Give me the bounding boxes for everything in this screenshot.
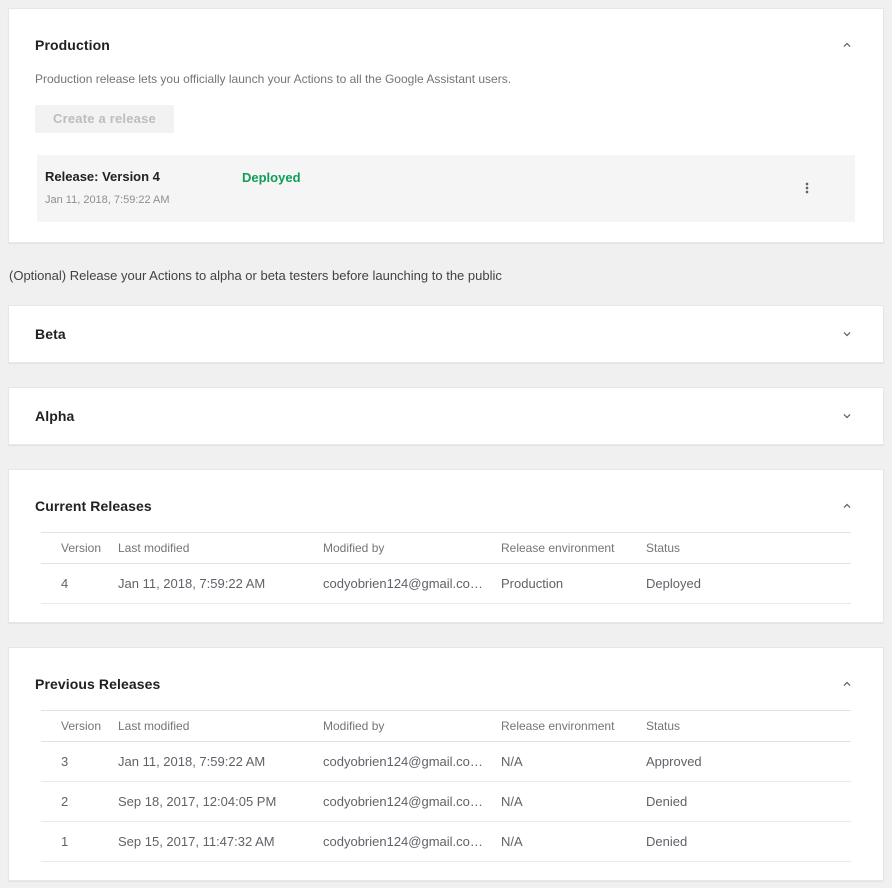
release-item: Release: Version 4 Jan 11, 2018, 7:59:22… <box>37 155 855 222</box>
cell-status: Deployed <box>646 564 851 604</box>
cell-version: 1 <box>41 822 118 862</box>
current-releases-card: Current Releases Version Last modified M… <box>8 469 884 623</box>
chevron-up-icon[interactable] <box>835 494 859 518</box>
table-row: 4 Jan 11, 2018, 7:59:22 AM codyobrien124… <box>41 564 851 604</box>
table-row: 3 Jan 11, 2018, 7:59:22 AM codyobrien124… <box>41 742 851 782</box>
table-header-row: Version Last modified Modified by Releas… <box>41 711 851 742</box>
column-header-modified-by: Modified by <box>323 533 501 564</box>
beta-title: Beta <box>35 326 66 343</box>
production-title: Production <box>35 37 110 54</box>
cell-version: 4 <box>41 564 118 604</box>
table-row: 1 Sep 15, 2017, 11:47:32 AM codyobrien12… <box>41 822 851 862</box>
chevron-up-icon[interactable] <box>835 672 859 696</box>
column-header-status: Status <box>646 711 851 742</box>
chevron-down-icon[interactable] <box>835 404 859 428</box>
production-description: Production release lets you officially l… <box>9 71 883 87</box>
cell-version: 3 <box>41 742 118 782</box>
previous-releases-card: Previous Releases Version Last modified … <box>8 647 884 881</box>
cell-status: Denied <box>646 822 851 862</box>
production-card: Production Production release lets you o… <box>8 8 884 243</box>
alpha-card: Alpha <box>8 387 884 445</box>
cell-release-environment: Production <box>501 564 646 604</box>
cell-modified-by: codyobrien124@gmail.co… <box>323 564 501 604</box>
production-header[interactable]: Production <box>9 9 883 57</box>
current-releases-header[interactable]: Current Releases <box>9 470 883 518</box>
cell-modified-by: codyobrien124@gmail.co… <box>323 822 501 862</box>
cell-status: Approved <box>646 742 851 782</box>
table-row: 2 Sep 18, 2017, 12:04:05 PM codyobrien12… <box>41 782 851 822</box>
cell-release-environment: N/A <box>501 822 646 862</box>
cell-release-environment: N/A <box>501 782 646 822</box>
create-release-button[interactable]: Create a release <box>35 105 174 133</box>
column-header-release-environment: Release environment <box>501 533 646 564</box>
current-releases-table: Version Last modified Modified by Releas… <box>41 532 851 604</box>
kebab-menu-icon[interactable] <box>795 176 819 200</box>
alpha-header[interactable]: Alpha <box>9 388 883 444</box>
chevron-up-icon[interactable] <box>835 33 859 57</box>
column-header-last-modified: Last modified <box>118 711 323 742</box>
cell-release-environment: N/A <box>501 742 646 782</box>
releases-page: Production Production release lets you o… <box>0 0 892 881</box>
cell-last-modified: Jan 11, 2018, 7:59:22 AM <box>118 742 323 782</box>
current-releases-title: Current Releases <box>35 498 152 515</box>
column-header-version: Version <box>41 533 118 564</box>
cell-last-modified: Sep 15, 2017, 11:47:32 AM <box>118 822 323 862</box>
beta-card: Beta <box>8 305 884 363</box>
release-name: Release: Version 4 <box>45 169 242 184</box>
release-date: Jan 11, 2018, 7:59:22 AM <box>45 194 242 206</box>
alpha-title: Alpha <box>35 408 74 425</box>
release-info: Release: Version 4 Jan 11, 2018, 7:59:22… <box>45 169 242 206</box>
optional-note: (Optional) Release your Actions to alpha… <box>9 267 884 284</box>
column-header-status: Status <box>646 533 851 564</box>
card-bottom-spacer <box>9 604 883 622</box>
column-header-modified-by: Modified by <box>323 711 501 742</box>
card-bottom-spacer <box>9 862 883 880</box>
cell-modified-by: codyobrien124@gmail.co… <box>323 782 501 822</box>
table-header-row: Version Last modified Modified by Releas… <box>41 533 851 564</box>
previous-releases-header[interactable]: Previous Releases <box>9 648 883 696</box>
previous-releases-table: Version Last modified Modified by Releas… <box>41 710 851 862</box>
cell-last-modified: Sep 18, 2017, 12:04:05 PM <box>118 782 323 822</box>
release-status-badge: Deployed <box>242 169 301 185</box>
cell-status: Denied <box>646 782 851 822</box>
beta-header[interactable]: Beta <box>9 306 883 362</box>
cell-version: 2 <box>41 782 118 822</box>
previous-releases-title: Previous Releases <box>35 676 160 693</box>
cell-last-modified: Jan 11, 2018, 7:59:22 AM <box>118 564 323 604</box>
chevron-down-icon[interactable] <box>835 322 859 346</box>
column-header-release-environment: Release environment <box>501 711 646 742</box>
column-header-version: Version <box>41 711 118 742</box>
cell-modified-by: codyobrien124@gmail.co… <box>323 742 501 782</box>
column-header-last-modified: Last modified <box>118 533 323 564</box>
